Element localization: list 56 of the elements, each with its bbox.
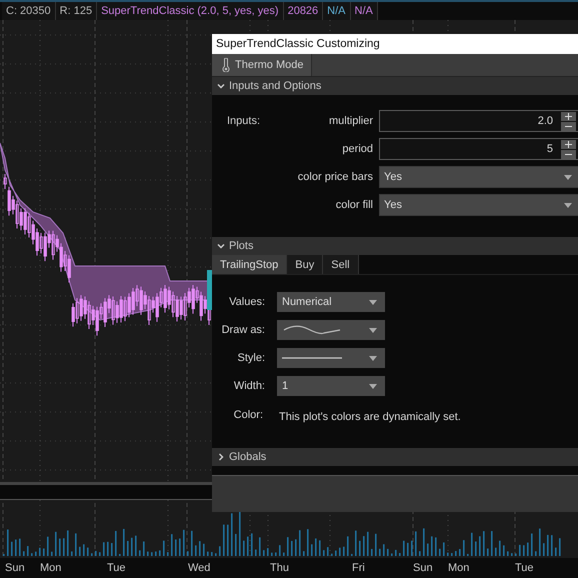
field-label: Style: <box>236 350 265 366</box>
caret-icon <box>369 328 377 332</box>
line-style-icon <box>282 356 342 360</box>
curve-icon <box>282 324 342 336</box>
axis-label: Sun <box>5 562 25 574</box>
status-value: R: 125 <box>56 2 98 20</box>
field-label: Values: <box>228 294 265 310</box>
plot-tab[interactable]: Sell <box>323 255 359 274</box>
inputs-label: Inputs: <box>227 115 262 127</box>
caret-icon <box>564 174 572 180</box>
input-label: period <box>341 143 373 155</box>
dropdown[interactable]: Yes <box>379 166 578 188</box>
plot-tab[interactable]: Buy <box>287 255 324 274</box>
status-value: C: 20350 <box>2 2 56 20</box>
caret-icon <box>369 300 377 304</box>
increment-icon[interactable] <box>561 140 576 148</box>
thermo-mode-button[interactable]: Thermo Mode <box>212 54 312 76</box>
axis-label: Fri <box>352 562 365 574</box>
status-value: SuperTrendClassic (2.0, 5, yes, yes) <box>97 2 284 20</box>
caret-icon <box>369 384 377 388</box>
candlestick <box>207 270 212 310</box>
number-field[interactable]: 5 <box>379 138 578 160</box>
axis-label: Thu <box>270 562 289 574</box>
dialog-title: SuperTrendClassic Customizing <box>212 34 578 54</box>
field-label: Width: <box>232 378 265 394</box>
decrement-icon[interactable] <box>561 122 576 130</box>
dropdown[interactable]: Numerical <box>277 292 385 312</box>
input-label: color fill <box>334 199 373 211</box>
status-value: 20826 <box>284 2 324 20</box>
axis-label: Sun <box>413 562 433 574</box>
caret-icon <box>369 356 377 360</box>
dropdown[interactable]: 1 <box>277 376 385 396</box>
status-value: N/A <box>350 2 378 20</box>
axis-label: Tue <box>107 562 126 574</box>
axis-label: Mon <box>40 562 62 574</box>
color-note: This plot's colors are dynamically set. <box>278 410 462 425</box>
decrement-icon[interactable] <box>561 150 576 158</box>
input-label: multiplier <box>328 115 373 127</box>
axis-label: Wed <box>188 562 210 574</box>
axis-label: Mon <box>448 562 470 574</box>
field-label: Draw as: <box>220 322 265 338</box>
plot-tab[interactable]: TrailingStop <box>212 255 288 274</box>
thermometer-icon <box>222 58 230 72</box>
input-label: color price bars <box>296 171 373 183</box>
number-field[interactable]: 2.0 <box>379 110 578 132</box>
caret-icon <box>564 202 572 208</box>
dropdown[interactable]: Yes <box>379 194 578 216</box>
increment-icon[interactable] <box>561 112 576 120</box>
dropdown[interactable] <box>277 348 385 368</box>
field-label: Color: <box>232 408 264 423</box>
dropdown[interactable] <box>277 320 385 340</box>
section-header[interactable]: Inputs and Options <box>212 77 578 95</box>
section-header[interactable]: Globals <box>212 448 578 466</box>
axis-label: Tue <box>515 562 534 574</box>
section-header[interactable]: Plots <box>212 237 578 255</box>
status-value: N/A <box>323 2 351 20</box>
